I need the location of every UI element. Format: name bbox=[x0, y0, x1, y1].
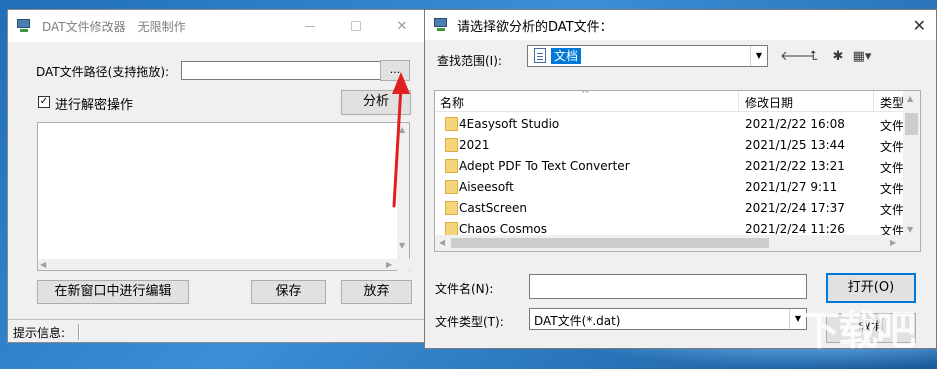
column-name[interactable]: 名称 bbox=[440, 94, 464, 111]
output-textarea[interactable]: ▲ ▼ ◀ ▶ bbox=[37, 122, 410, 271]
textarea-horizontal-scrollbar[interactable]: ◀ ▶ bbox=[38, 259, 410, 270]
view-menu-icon[interactable]: ▦▾ bbox=[852, 48, 872, 66]
status-bar: 提示信息: bbox=[8, 319, 425, 343]
status-divider bbox=[78, 324, 80, 340]
chevron-down-icon: ▼ bbox=[750, 46, 767, 66]
column-date[interactable]: 修改日期 bbox=[745, 94, 793, 111]
back-arrow-icon[interactable]: 🡐 bbox=[780, 48, 815, 66]
file-list-header: ^ 名称 修改日期 类型 bbox=[435, 91, 905, 112]
filename-label: 文件名(N): bbox=[435, 282, 494, 296]
folder-icon bbox=[445, 117, 458, 131]
dialog-icon bbox=[433, 18, 449, 32]
file-date: 2021/1/27 9:11 bbox=[745, 180, 838, 194]
dialog-close-icon[interactable]: ✕ bbox=[913, 16, 926, 35]
close-icon: ✕ bbox=[396, 18, 408, 34]
maximize-icon bbox=[351, 21, 361, 31]
save-button[interactable]: 保存 bbox=[251, 280, 326, 304]
dat-editor-window: DAT文件修改器 无限制作 ✕ DAT文件路径(支持拖放): ... ✓ 进行解… bbox=[7, 9, 426, 343]
scroll-down-icon: ▼ bbox=[399, 241, 406, 250]
app-title-sub: 无限制作 bbox=[137, 19, 186, 34]
file-date: 2021/2/24 17:37 bbox=[745, 201, 845, 215]
scroll-left-icon: ◀ bbox=[40, 260, 47, 269]
folder-icon bbox=[445, 138, 458, 152]
file-row[interactable]: Aiseesoft 2021/1/27 9:11 文件 bbox=[435, 177, 905, 198]
app-titlebar: DAT文件修改器 无限制作 ✕ bbox=[8, 10, 425, 42]
close-button[interactable]: ✕ bbox=[379, 10, 425, 42]
folder-icon bbox=[445, 180, 458, 194]
discard-button[interactable]: 放弃 bbox=[341, 280, 412, 304]
filetype-dropdown[interactable]: DAT文件(*.dat) ▼ bbox=[529, 308, 807, 330]
file-row[interactable]: 2021 2021/1/25 13:44 文件 bbox=[435, 135, 905, 156]
look-in-label: 查找范围(I): bbox=[437, 54, 502, 68]
horizontal-scroll-thumb[interactable] bbox=[451, 238, 769, 248]
scroll-left-icon: ◀ bbox=[439, 238, 446, 247]
file-date: 2021/2/24 11:26 bbox=[745, 222, 845, 236]
scroll-right-icon: ▶ bbox=[890, 238, 897, 247]
minimize-icon bbox=[305, 25, 315, 27]
file-name: Aiseesoft bbox=[459, 180, 514, 194]
scroll-right-icon: ▶ bbox=[386, 260, 393, 269]
path-label: DAT文件路径(支持拖放): bbox=[36, 65, 170, 79]
file-list-vertical-scrollbar[interactable]: ▲ ▼ bbox=[903, 91, 920, 251]
dialog-titlebar: 请选择欲分析的DAT文件： ✕ bbox=[425, 10, 936, 40]
edit-in-new-window-button[interactable]: 在新窗口中进行编辑 bbox=[37, 280, 189, 304]
file-type: 文件 bbox=[880, 161, 905, 175]
file-name: 4Easysoft Studio bbox=[459, 117, 560, 131]
folder-icon bbox=[445, 201, 458, 215]
look-in-dropdown[interactable]: 文档 ▼ bbox=[527, 45, 768, 67]
folder-icon bbox=[445, 159, 458, 173]
documents-icon bbox=[534, 48, 546, 63]
filetype-value: DAT文件(*.dat) bbox=[534, 314, 621, 328]
folder-icon bbox=[445, 222, 458, 236]
decrypt-checkbox[interactable]: ✓ bbox=[38, 96, 50, 108]
filetype-label: 文件类型(T): bbox=[435, 315, 504, 329]
filename-input[interactable] bbox=[529, 274, 807, 299]
scroll-thumb[interactable] bbox=[905, 113, 918, 135]
app-title: DAT文件修改器 bbox=[42, 19, 126, 34]
sort-ascending-icon: ^ bbox=[581, 90, 590, 100]
scroll-up-icon: ▲ bbox=[907, 94, 914, 103]
dialog-title: 请选择欲分析的DAT文件： bbox=[457, 19, 613, 35]
file-date: 2021/2/22 13:21 bbox=[745, 159, 845, 173]
file-type: 文件 bbox=[880, 119, 905, 133]
file-name: Chaos Cosmos bbox=[459, 222, 548, 236]
watermark-logo: 下载吧 bbox=[800, 308, 916, 354]
file-list[interactable]: ^ 名称 修改日期 类型 4Easysoft Studio 2021/2/22 1… bbox=[434, 90, 921, 252]
file-row[interactable]: Adept PDF To Text Converter 2021/2/22 13:… bbox=[435, 156, 905, 177]
scroll-up-icon: ▲ bbox=[399, 125, 406, 134]
file-name: Adept PDF To Text Converter bbox=[459, 159, 630, 173]
decrypt-label: 进行解密操作 bbox=[55, 98, 134, 113]
textarea-vertical-scrollbar[interactable]: ▲ ▼ bbox=[397, 123, 409, 271]
file-list-horizontal-scrollbar[interactable]: ◀ ▶ bbox=[435, 235, 905, 251]
file-name: 2021 bbox=[459, 138, 490, 152]
file-type: 文件 bbox=[880, 140, 905, 154]
file-row[interactable]: 4Easysoft Studio 2021/2/22 16:08 文件 bbox=[435, 114, 905, 135]
file-row[interactable]: CastScreen 2021/2/24 17:37 文件 bbox=[435, 198, 905, 219]
column-type[interactable]: 类型 bbox=[880, 94, 904, 111]
scroll-down-icon: ▼ bbox=[907, 225, 914, 234]
app-icon bbox=[16, 19, 32, 33]
file-date: 2021/2/22 16:08 bbox=[745, 117, 845, 131]
browse-button[interactable]: ... bbox=[380, 60, 410, 81]
file-type: 文件 bbox=[880, 203, 905, 217]
new-folder-icon[interactable]: ✱ bbox=[828, 48, 848, 66]
up-folder-icon[interactable]: ⮤ bbox=[804, 48, 824, 66]
minimize-button[interactable] bbox=[287, 10, 333, 42]
analyze-button[interactable]: 分析 bbox=[341, 90, 411, 115]
maximize-button[interactable] bbox=[333, 10, 379, 42]
status-label: 提示信息: bbox=[13, 326, 66, 340]
file-type: 文件 bbox=[880, 182, 905, 196]
look-in-value: 文档 bbox=[551, 48, 582, 64]
file-date: 2021/1/25 13:44 bbox=[745, 138, 845, 152]
path-input[interactable] bbox=[181, 61, 381, 80]
file-name: CastScreen bbox=[459, 201, 527, 215]
